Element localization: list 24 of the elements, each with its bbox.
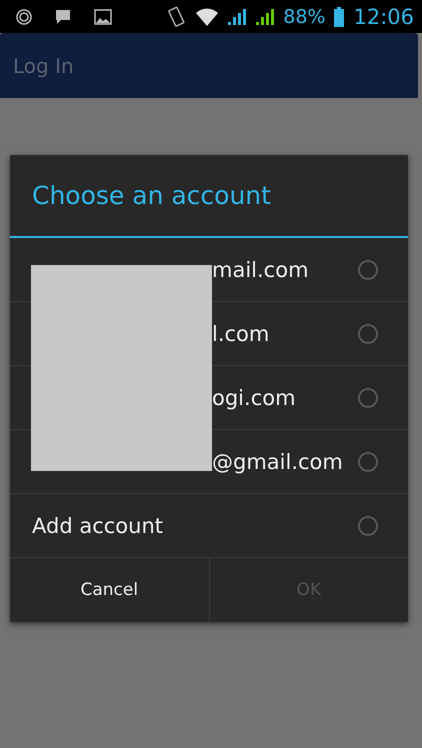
battery-percent: 88% — [283, 6, 326, 28]
account-email: ogi.com — [212, 386, 296, 410]
image-icon — [94, 8, 112, 24]
radio-button[interactable] — [358, 324, 378, 344]
account-email: l.com — [212, 322, 270, 346]
radio-button[interactable] — [358, 260, 378, 280]
add-account-row[interactable]: Add account — [10, 494, 408, 558]
signal-icon — [255, 8, 276, 26]
signal-icon — [227, 8, 248, 26]
add-account-label: Add account — [32, 514, 163, 538]
cancel-button[interactable]: Cancel — [10, 558, 208, 622]
wifi-icon — [195, 8, 220, 26]
dialog-title: Choose an account — [10, 155, 408, 238]
target-icon — [16, 8, 32, 24]
radio-button[interactable] — [358, 388, 378, 408]
radio-button[interactable] — [358, 452, 378, 472]
account-email: @gmail.com — [212, 450, 343, 474]
radio-button[interactable] — [358, 516, 378, 536]
app-title: Log In — [13, 54, 74, 78]
account-email: mail.com — [212, 258, 309, 282]
battery-icon — [333, 6, 346, 26]
vibrate-icon — [167, 6, 188, 28]
chat-icon — [54, 8, 72, 26]
clock: 12:06 — [353, 4, 414, 28]
